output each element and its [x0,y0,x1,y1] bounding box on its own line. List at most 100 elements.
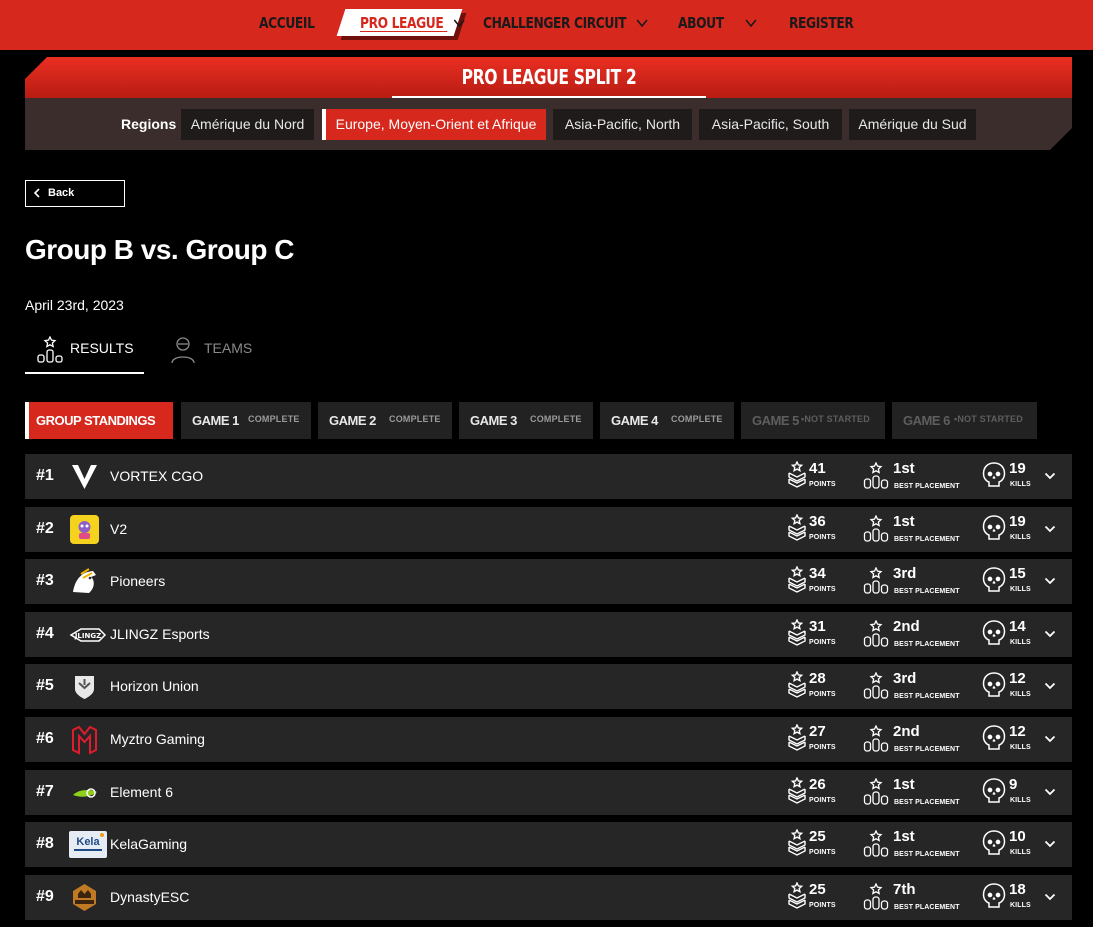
banner-title-underline [392,96,706,98]
podium-icon [863,566,889,600]
team-rank: #8 [36,835,54,853]
svg-text:Kela: Kela [76,836,100,848]
points-icon [787,670,807,706]
best-placement-label: BEST PLACEMENT [894,483,960,490]
region-apac-south[interactable]: Asia-Pacific, South [699,109,842,140]
region-amerique-du-nord[interactable]: Amérique du Nord [181,109,314,140]
points-label: POINTS [809,849,836,857]
kills-label: KILLS [1010,691,1031,699]
tab-results[interactable]: RESULTS [25,334,144,374]
team-name: Myztro Gaming [110,731,205,747]
chevron-down-icon [454,2,465,48]
points-icon [787,565,807,601]
team-points: 28 [809,670,826,688]
team-name: JLINGZ Esports [110,625,210,642]
element6-logo [69,777,100,808]
vortex-logo [69,461,100,492]
skull-icon [982,882,1006,915]
standings-row[interactable]: #4 JLINGZ JLINGZ Esports 31 POINTS 2nd BEST PL… [25,611,1072,657]
points-icon [787,512,807,549]
skull-icon [982,514,1006,547]
kills-label: KILLS [1010,849,1031,857]
team-points: 25 [809,828,826,846]
best-placement-label: BEST PLACEMENT [894,798,960,806]
nav-item-challenger-circuit[interactable]: CHALLENGER CIRCUIT [483,0,648,46]
standings-row[interactable]: #2 V2 36 POINTS 1st BEST PLACEMENT 19 KILLS [25,506,1072,552]
standings-row[interactable]: #5 Horizon Union 28 POINTS 3rd BEST PLACEMENT… [25,664,1072,710]
tab-teams[interactable]: TEAMS [170,334,260,372]
points-icon [787,618,807,654]
team-points: 34 [809,565,826,583]
team-kills: 14 [1009,617,1026,635]
nav-item-about[interactable]: ABOUT [678,0,757,46]
team-kills: 12 [1009,670,1026,688]
podium-icon [863,461,889,495]
chevron-down-icon[interactable] [1044,467,1056,485]
points-label: POINTS [809,638,836,646]
standings-row[interactable]: #9 DynastyESC 25 POINTS 7th BEST PLACEMENT 18 K… [25,874,1072,920]
team-rank: #4 [36,624,54,642]
podium-icon [863,724,889,758]
region-amerique-du-sud[interactable]: Amérique du Sud [849,109,976,140]
best-placement: 1st [893,512,915,530]
best-placement: 3rd [893,670,917,688]
standings-row[interactable]: #1 VORTEX CGO 41 POINTS 1st BEST PLACEMENT 19 K… [25,454,1072,499]
standings-row[interactable]: #3 Pioneers 34 POINTS 3rd BEST PLACEMENT 15 KIL… [25,559,1072,605]
back-button[interactable]: Back [25,180,125,207]
chevron-down-icon[interactable] [1044,572,1056,590]
chevron-down-icon[interactable] [1044,520,1056,538]
team-rank: #5 [36,677,54,695]
tab-game-2[interactable]: GAME 2 COMPLETE [318,402,452,439]
chevron-down-icon[interactable] [1044,625,1056,643]
team-kills: 19 [1009,512,1026,530]
best-placement: 2nd [893,617,920,635]
nav-item-register[interactable]: REGISTER [789,0,854,46]
chevron-down-icon [745,2,757,48]
region-emea[interactable]: Europe, Moyen-Orient et Afrique [322,109,546,140]
team-points: 36 [809,512,826,530]
team-rank: #9 [36,887,54,905]
tab-game-4[interactable]: GAME 4 COMPLETE [600,402,734,439]
best-placement: 7th [893,880,916,898]
team-rank: #6 [36,730,54,747]
team-rank: #7 [36,782,54,800]
standings-row[interactable]: #8 Kela KelaGaming 25 POINTS 1st BEST PLACEMEN… [25,822,1072,868]
banner-title: PRO LEAGUE SPLIT 2 [461,65,636,89]
team-kills: 19 [1009,460,1026,477]
region-apac-north[interactable]: Asia-Pacific, North [553,109,692,140]
skull-icon [982,724,1006,757]
kills-label: KILLS [1010,533,1031,541]
points-icon [787,723,807,759]
standings-row[interactable]: #7 Element 6 26 POINTS 1st BEST PLACEMENT 9 KIL… [25,769,1072,815]
team-name: Element 6 [110,783,174,800]
regions-label: Regions [121,116,177,132]
chevron-down-icon[interactable] [1044,677,1056,695]
nav-item-accueil[interactable]: ACCUEIL [259,0,315,46]
team-kills: 18 [1009,880,1026,898]
chevron-down-icon[interactable] [1044,835,1056,853]
best-placement: 1st [893,828,915,846]
points-label: POINTS [809,744,836,751]
best-placement-label: BEST PLACEMENT [894,588,960,596]
team-points: 26 [809,775,826,793]
best-placement-label: BEST PLACEMENT [894,535,960,543]
tab-group-standings[interactable]: GROUP STANDINGS [25,402,173,439]
chevron-down-icon[interactable] [1044,783,1056,801]
podium-icon [863,619,889,653]
user-icon [170,336,196,367]
kills-label: KILLS [1010,481,1031,488]
points-label: POINTS [809,481,836,488]
points-icon [787,881,807,917]
team-points: 31 [809,617,826,635]
tab-game-1[interactable]: GAME 1 COMPLETE [181,402,311,439]
tab-game-3[interactable]: GAME 3 COMPLETE [459,402,593,439]
skull-icon [982,777,1006,810]
chevron-down-icon[interactable] [1044,730,1056,748]
pioneers-logo [69,566,100,597]
nav-item-pro-league[interactable]: PRO LEAGUE [360,0,465,46]
chevron-down-icon[interactable] [1044,888,1056,906]
skull-icon [982,619,1006,652]
team-kills: 9 [1009,775,1018,793]
best-placement-label: BEST PLACEMENT [894,851,960,859]
standings-row[interactable]: #6 Myztro Gaming 27 POINTS 2nd BEST PLACEMENT… [25,717,1072,762]
